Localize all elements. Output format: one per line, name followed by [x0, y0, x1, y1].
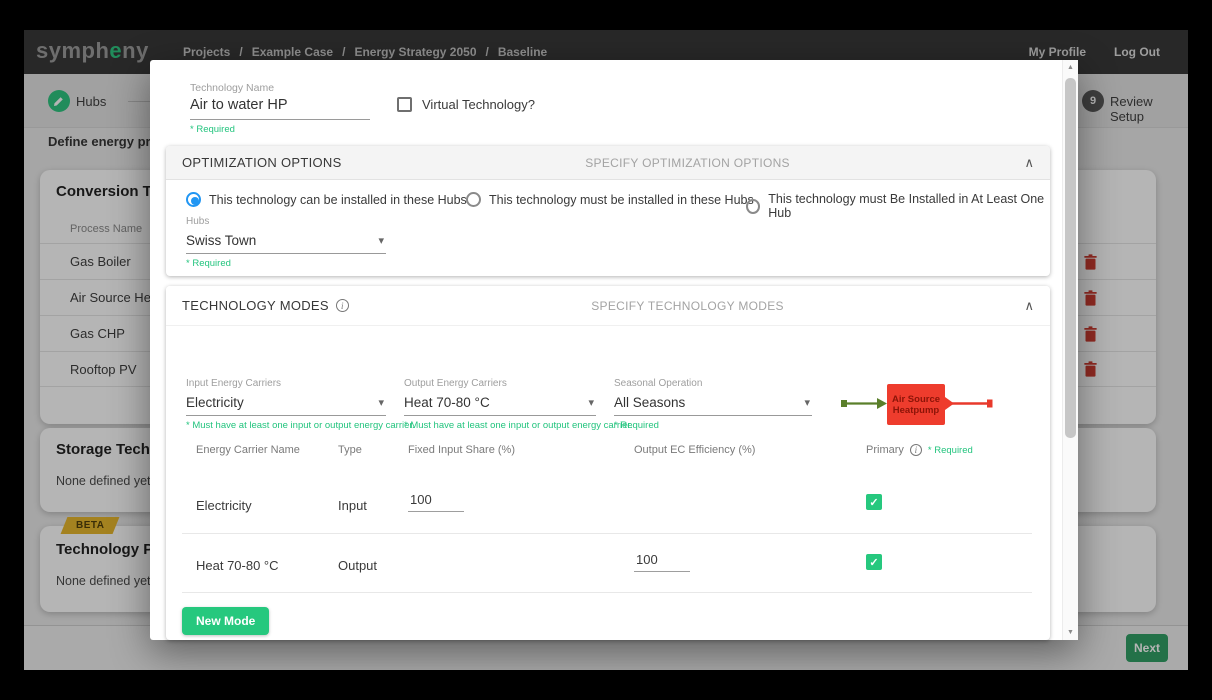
- col-header-energy-carrier-name: Energy Carrier Name: [196, 444, 300, 456]
- technology-modes-section: TECHNOLOGY MODES i SPECIFY TECHNOLOGY MO…: [166, 286, 1050, 640]
- dropdown-arrow-icon: ▾: [804, 396, 810, 409]
- dropdown-arrow-icon: ▾: [378, 234, 384, 247]
- output-energy-carriers-value[interactable]: Heat 70-80 °C ▾: [404, 392, 596, 416]
- dropdown-arrow-icon: ▾: [588, 396, 594, 409]
- radio-unselected-icon: [466, 192, 481, 207]
- optimization-options-subtitle: SPECIFY OPTIMIZATION OPTIONS: [585, 156, 790, 170]
- output-energy-carriers-select: Output Energy Carriers Heat 70-80 °C ▾ *…: [404, 378, 596, 431]
- new-mode-button[interactable]: New Mode: [182, 607, 269, 635]
- required-note: * Required: [186, 258, 386, 269]
- seasonal-operation-select: Seasonal Operation All Seasons ▾ * Requi…: [614, 378, 812, 431]
- technology-dialog: Technology Name * Required Virtual Techn…: [150, 60, 1078, 640]
- hubs-select: Hubs Swiss Town ▾ * Required: [186, 216, 386, 269]
- col-header-primary: Primary i * Required: [866, 444, 973, 456]
- virtual-technology-label: Virtual Technology?: [422, 97, 535, 112]
- technology-name-label: Technology Name: [190, 82, 370, 94]
- primary-checkbox-checked[interactable]: ✓: [866, 494, 882, 510]
- checkbox-unchecked-icon[interactable]: [397, 97, 412, 112]
- technology-node-diagram: Air Source Heatpump: [831, 381, 1001, 429]
- output-ec-efficiency-input[interactable]: [634, 552, 690, 572]
- cell-type: Output: [338, 558, 377, 573]
- radio-can-be-installed[interactable]: This technology can be installed in thes…: [186, 192, 467, 207]
- output-port-icon: [987, 400, 993, 408]
- info-icon[interactable]: i: [910, 444, 922, 456]
- technology-name-input[interactable]: [190, 94, 370, 120]
- scroll-up-icon[interactable]: ▲: [1063, 64, 1078, 71]
- primary-checkbox-checked[interactable]: ✓: [866, 554, 882, 570]
- scroll-down-icon[interactable]: ▼: [1063, 629, 1078, 636]
- optimization-options-header[interactable]: OPTIMIZATION OPTIONS SPECIFY OPTIMIZATIO…: [166, 146, 1050, 180]
- info-icon[interactable]: i: [336, 299, 349, 312]
- chevron-up-icon[interactable]: ∧: [1024, 155, 1034, 171]
- chevron-up-icon[interactable]: ∧: [1024, 298, 1034, 314]
- radio-must-be-installed[interactable]: This technology must be installed in the…: [466, 192, 754, 207]
- app-window: sympheny Projects / Example Case / Energ…: [24, 30, 1188, 670]
- row-divider: [182, 533, 1032, 534]
- technology-modes-title: TECHNOLOGY MODES i: [182, 298, 349, 313]
- modal-scrollbar[interactable]: ▲ ▼: [1062, 60, 1078, 640]
- radio-selected-icon: [186, 192, 201, 207]
- cell-energy-carrier: Electricity: [196, 498, 252, 513]
- optimization-options-title: OPTIMIZATION OPTIONS: [182, 155, 342, 170]
- node-label-line1: Air Source: [892, 394, 940, 405]
- required-note: * Required: [190, 124, 370, 135]
- input-arrow-icon: [877, 398, 887, 409]
- cell-type: Input: [338, 498, 367, 513]
- dropdown-arrow-icon: ▾: [378, 396, 384, 409]
- col-header-output-ec-efficiency: Output EC Efficiency (%): [634, 444, 755, 456]
- technology-modes-header[interactable]: TECHNOLOGY MODES i SPECIFY TECHNOLOGY MO…: [166, 286, 1050, 326]
- fixed-input-share-input[interactable]: [408, 492, 464, 512]
- col-header-fixed-input-share: Fixed Input Share (%): [408, 444, 515, 456]
- row-divider: [182, 592, 1032, 593]
- hubs-label: Hubs: [186, 216, 386, 227]
- input-energy-carriers-select: Input Energy Carriers Electricity ▾ * Mu…: [186, 378, 386, 431]
- hubs-select-value[interactable]: Swiss Town ▾: [186, 230, 386, 254]
- input-energy-carriers-value[interactable]: Electricity ▾: [186, 392, 386, 416]
- radio-unselected-icon: [746, 199, 760, 214]
- node-label-line2: Heatpump: [893, 405, 940, 416]
- cell-energy-carrier: Heat 70-80 °C: [196, 558, 279, 573]
- radio-at-least-one-hub[interactable]: This technology must Be Installed in At …: [746, 192, 1050, 220]
- optimization-options-section: OPTIMIZATION OPTIONS SPECIFY OPTIMIZATIO…: [166, 146, 1050, 276]
- scrollbar-thumb[interactable]: [1065, 78, 1076, 438]
- technology-modes-subtitle: SPECIFY TECHNOLOGY MODES: [591, 299, 784, 313]
- col-header-type: Type: [338, 444, 362, 456]
- virtual-technology-checkbox[interactable]: Virtual Technology?: [397, 97, 535, 112]
- seasonal-operation-value[interactable]: All Seasons ▾: [614, 392, 812, 416]
- technology-name-field: Technology Name * Required: [190, 82, 370, 135]
